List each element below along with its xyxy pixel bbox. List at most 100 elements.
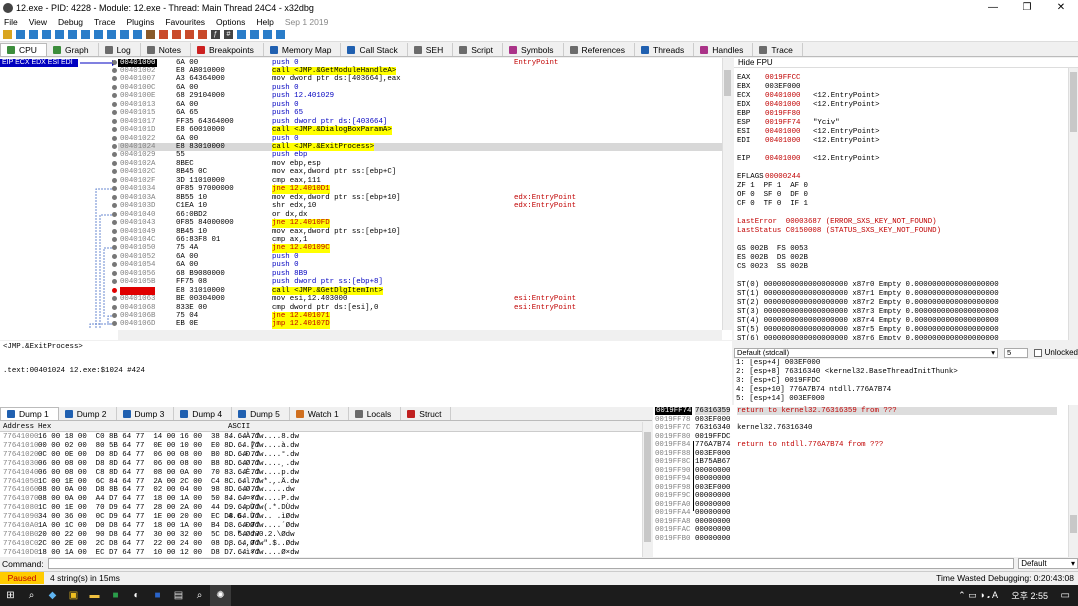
registers-scrollbar[interactable]	[1068, 68, 1078, 340]
register-value[interactable]: 00000244	[765, 173, 813, 182]
dump-hex[interactable]: 34 00 36 00 0C D9 64 77 1E 00 20 00 EC D…	[38, 513, 260, 521]
hash-icon[interactable]: #	[224, 30, 233, 39]
dump-ascii[interactable]: 4.6..Ùdw.. .ìØdw	[228, 513, 299, 521]
stack-value[interactable]: 003EF000	[695, 484, 730, 492]
disasm-row[interactable]: 00401050 75 4A jne 12.40109C	[112, 244, 722, 253]
stack-row[interactable]: 0019FF90 00000000	[653, 467, 1068, 475]
stack-value[interactable]: 00000000	[695, 467, 730, 475]
tab-trace[interactable]: Trace	[753, 43, 803, 56]
register-ebx[interactable]: EBX 003EF000	[737, 83, 813, 92]
tab-references[interactable]: References	[563, 43, 636, 56]
arguments-view[interactable]: 1: [esp+4] 003EF000 2: [esp+8] 76316340 <…	[734, 359, 1078, 407]
disasm-row[interactable]: 00401015 6A 65 push 65	[112, 109, 722, 117]
breakpoint-dot-icon[interactable]	[112, 270, 117, 276]
ime-indicator[interactable]: A	[992, 590, 998, 600]
disasm-row[interactable]: 00401063 BE 00304000 mov esi,12.403000 esi:…	[112, 295, 722, 303]
registers-view[interactable]: Hide FPU EAX 0019FFCC EBX 003EF000 ECX 004010…	[734, 58, 1078, 340]
dump-row[interactable]: 776410B0 20 00 22 00 90 D8 64 77 30 00 32…	[0, 531, 642, 539]
dump-ascii[interactable]: ....¤×dw....P.dw	[228, 495, 299, 503]
stack-row[interactable]: 0019FF8C 1B75AB67	[653, 458, 1068, 466]
breakpoint-dot-icon[interactable]	[112, 313, 117, 318]
disasm-row[interactable]: 0040100E 68 29104000 push 12.401029	[112, 92, 722, 100]
register-value[interactable]: 00401000	[765, 101, 813, 110]
stack-value[interactable]: 1B75AB67	[695, 458, 730, 466]
disasm-row[interactable]: 00401056 68 B9080000 push 8B9	[112, 270, 722, 278]
unlocked-checkbox[interactable]	[1033, 348, 1042, 357]
menu-debug[interactable]: Debug	[58, 17, 83, 27]
dump-hex[interactable]: 08 00 0A 00 D8 8B 64 77 02 00 04 00 98 8…	[38, 486, 260, 494]
stack-value[interactable]: 003EF000	[695, 416, 730, 424]
tray-icons[interactable]: ⌃ ▭ ◑ 𝅘 A	[958, 590, 998, 601]
step-over-icon[interactable]	[81, 30, 90, 39]
stack-value[interactable]: 00000000	[695, 492, 730, 500]
disasm-row[interactable]: 0040105B FF75 08 push dword ptr ss:[ebp+8]	[112, 278, 722, 286]
fpu-register[interactable]: ST(5) 0000000000000000000 x87r5 Empty 0.…	[737, 326, 999, 335]
register-value[interactable]: 0019FFCC	[765, 74, 813, 83]
dump-hex[interactable]: 08 00 0A 00 A4 D7 64 77 18 00 1A 00 50 8…	[38, 495, 260, 503]
stack-row[interactable]: 0019FFAC 00000000	[653, 526, 1068, 534]
stack-value[interactable]: 00000000	[695, 509, 730, 517]
disasm-row[interactable]: 00401068 833E 00 cmp dword ptr ds:[esi],0 e…	[112, 304, 722, 312]
fpu-register[interactable]: ST(1) 0000000000000000000 x87r1 Empty 0.…	[737, 290, 999, 299]
dump-ascii[interactable]: ....l.dw*.,.Ä.dw	[228, 478, 299, 486]
tab-threads[interactable]: Threads	[635, 43, 695, 56]
tab-breakpoints[interactable]: Breakpoints	[190, 43, 264, 56]
tab-memory-map[interactable]: Memory Map	[263, 43, 342, 56]
stack-value[interactable]: 00000000	[695, 535, 730, 543]
flags-row[interactable]: CF 0 TF 0 IF 1	[737, 200, 808, 209]
segment-row[interactable]: CS 0023 SS 002B	[737, 263, 808, 272]
tab-watch-1[interactable]: Watch 1	[289, 407, 349, 420]
stack-row[interactable]: 0019FFA8 00000000	[653, 518, 1068, 526]
stack-scrollbar[interactable]	[1068, 405, 1078, 557]
tab-dump-1[interactable]: Dump 1	[0, 407, 59, 420]
breakpoint-dot-icon[interactable]	[112, 84, 117, 90]
tab-locals[interactable]: Locals	[348, 407, 402, 420]
dump-hex[interactable]: 06 00 08 00 D8 8D 64 77 06 00 08 00 B8 8…	[38, 460, 260, 468]
dump-hex[interactable]: 00 00 02 00 80 5B 64 77 0E 00 10 00 E0 8…	[38, 442, 260, 450]
disasm-row[interactable]: 00401002 E8 AB010000 call <JMP.&GetModuleH…	[112, 66, 722, 76]
dump-ascii[interactable]: ....Ø.dw....¸.dw	[228, 460, 299, 468]
command-input[interactable]	[47, 558, 1015, 569]
register-esp[interactable]: ESP 0019FF74 "Yciv"	[737, 119, 840, 128]
stack-row[interactable]: 0019FFA4 00000000	[653, 509, 1068, 517]
menu-trace[interactable]: Trace	[94, 17, 115, 27]
fpu-register[interactable]: ST(6) 0000000000000000000 x87r6 Empty 0.…	[737, 335, 999, 340]
open-icon[interactable]	[3, 30, 12, 39]
disassembly-hscroll[interactable]	[118, 330, 722, 340]
dump-scrollbar[interactable]	[642, 422, 652, 557]
register-value[interactable]: 00401000	[765, 155, 813, 164]
close-debuggee-icon[interactable]	[29, 30, 38, 39]
disasm-row[interactable]: 0040102F 3D 11010000 cmp eax,111	[112, 177, 722, 185]
run-icon[interactable]	[42, 30, 51, 39]
stack-row[interactable]: 0019FF9C 00000000	[653, 492, 1068, 500]
stack-value[interactable]: 00000000	[695, 526, 730, 534]
function-icon[interactable]: ƒ	[211, 30, 220, 39]
argument-row[interactable]: 1: [esp+4] 003EF000	[734, 359, 1078, 368]
breakpoint-dot-icon[interactable]	[112, 194, 117, 200]
disasm-row[interactable]: 0040102C 8B45 0C mov eax,dword ptr ss:[ebp…	[112, 168, 722, 176]
stack-row[interactable]: 0019FFA0 00000000	[653, 501, 1068, 509]
dump-ascii[interactable]: ,...,Ødw".$..Ødw	[228, 540, 299, 548]
register-value[interactable]: 003EF000	[765, 83, 813, 92]
argument-row[interactable]: 4: [esp+10] 776A7B74 ntdll.776A7B74	[734, 386, 1078, 395]
minimize-button[interactable]: —	[976, 0, 1010, 16]
stack-value[interactable]: 776A7B74	[695, 441, 730, 449]
disasm-row[interactable]: 00401052 6A 00 push 0	[112, 253, 722, 261]
dump-row[interactable]: 77641010 00 00 02 00 80 5B 64 77 0E 00 10…	[0, 442, 642, 450]
app-3-icon[interactable]: ◐	[126, 585, 147, 606]
disasm-row[interactable]: 0040101D E8 60010000 call <JMP.&DialogBoxP…	[112, 126, 722, 135]
dump-ascii[interactable]: ....Ð.dw....°.dw	[228, 451, 299, 459]
breakpoint-dot-icon[interactable]	[112, 101, 117, 107]
run-to-user-code-icon[interactable]	[133, 30, 142, 39]
disasm-row[interactable]: 0040104C 66:83F8 01 cmp ax,1	[112, 236, 722, 244]
segment-row[interactable]: GS 002B FS 0053	[737, 245, 808, 254]
register-ecx[interactable]: ECX 00401000 <12.EntryPoint>	[737, 92, 880, 101]
disasm-row[interactable]: 00401040 66:0BD2 or dx,dx	[112, 211, 722, 219]
tab-cpu[interactable]: CPU	[0, 43, 47, 56]
windows-start-icon[interactable]: ⊞	[0, 585, 21, 606]
arg-count-stepper[interactable]: 5	[1004, 347, 1028, 358]
word-icon[interactable]: ■	[147, 585, 168, 606]
tab-log[interactable]: Log	[98, 43, 141, 56]
breakpoint-dot-icon[interactable]	[112, 228, 117, 234]
dump-hex[interactable]: 2C 00 2E 00 2C D8 64 77 22 00 24 00 08 D…	[38, 540, 260, 548]
